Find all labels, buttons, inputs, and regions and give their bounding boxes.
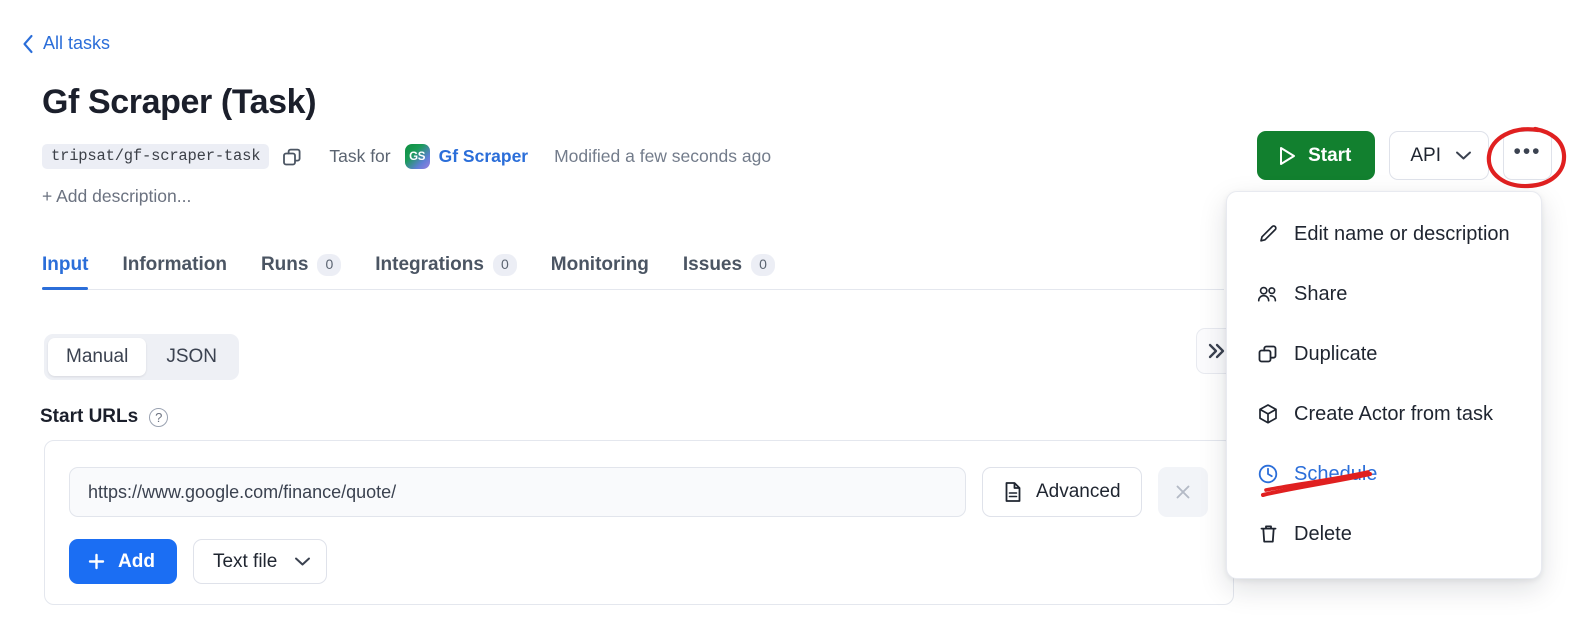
menu-item-schedule[interactable]: Schedule xyxy=(1227,444,1541,504)
copy-icon[interactable] xyxy=(281,146,303,168)
menu-item-duplicate[interactable]: Duplicate xyxy=(1227,324,1541,384)
tab-input[interactable]: Input xyxy=(42,254,89,290)
menu-item-label: Schedule xyxy=(1294,462,1378,485)
url-row: Advanced xyxy=(69,467,1208,517)
question-circle-icon[interactable]: ? xyxy=(149,407,169,427)
start-url-input[interactable] xyxy=(69,467,966,517)
plus-icon xyxy=(87,552,106,571)
add-button[interactable]: Add xyxy=(69,539,177,584)
advanced-button[interactable]: Advanced xyxy=(982,467,1142,517)
cube-icon xyxy=(1257,403,1279,425)
menu-item-label: Create Actor from task xyxy=(1294,402,1493,425)
menu-item-label: Share xyxy=(1294,282,1348,305)
file-type-label: Text file xyxy=(212,550,278,572)
tab-input-label: Input xyxy=(42,254,89,275)
menu-item-label: Duplicate xyxy=(1294,342,1378,365)
tab-information-label: Information xyxy=(122,254,227,275)
document-icon xyxy=(1003,481,1023,503)
tab-runs[interactable]: Runs 0 xyxy=(260,254,342,289)
menu-item-delete[interactable]: Delete xyxy=(1227,504,1541,564)
clock-icon xyxy=(1257,463,1279,485)
modified-timestamp: Modified a few seconds ago xyxy=(554,146,772,166)
task-id-chip: tripsat/gf-scraper-task xyxy=(42,144,270,169)
tab-runs-count: 0 xyxy=(317,254,342,276)
api-button-label: API xyxy=(1410,144,1441,166)
breadcrumb[interactable]: All tasks xyxy=(22,33,110,54)
add-description-button[interactable]: + Add description... xyxy=(42,186,191,207)
advanced-button-label: Advanced xyxy=(1036,481,1121,502)
task-meta-row: tripsat/gf-scraper-task Task for GS Gf S… xyxy=(42,144,771,169)
page-title: Gf Scraper (Task) xyxy=(42,83,317,121)
menu-item-label: Delete xyxy=(1294,522,1352,545)
chevron-left-icon xyxy=(22,34,34,54)
chevrons-right-icon xyxy=(1206,342,1228,360)
chevron-down-icon xyxy=(294,556,311,567)
tab-monitoring-label: Monitoring xyxy=(550,254,649,275)
breadcrumb-label: All tasks xyxy=(43,33,111,53)
play-icon xyxy=(1277,145,1297,167)
actor-avatar: GS xyxy=(404,144,430,169)
tab-information[interactable]: Information xyxy=(122,254,227,289)
tab-issues[interactable]: Issues 0 xyxy=(683,254,775,289)
tab-issues-count: 0 xyxy=(751,254,775,276)
start-button-label: Start xyxy=(1308,144,1352,166)
api-button[interactable]: API xyxy=(1389,131,1489,180)
chevron-down-icon xyxy=(1455,150,1472,161)
header-actions: Start API ••• xyxy=(1257,131,1552,180)
copy-icon xyxy=(1257,343,1279,365)
file-type-select[interactable]: Text file xyxy=(192,539,328,584)
remove-url-button[interactable] xyxy=(1157,467,1208,517)
trash-icon xyxy=(1257,523,1279,545)
input-mode-segmented-control: Manual JSON xyxy=(44,334,240,380)
tab-monitoring[interactable]: Monitoring xyxy=(551,254,649,289)
segment-manual[interactable]: Manual xyxy=(48,338,147,376)
close-icon xyxy=(1173,482,1193,502)
start-urls-label-text: Start URLs xyxy=(40,406,139,427)
start-urls-label: Start URLs ? xyxy=(40,406,169,428)
menu-item-create-actor-from-task[interactable]: Create Actor from task xyxy=(1227,384,1541,444)
tab-integrations-count: 0 xyxy=(492,254,517,276)
tab-bar: Input Information Runs 0 Integrations 0 … xyxy=(42,240,1224,290)
tab-integrations[interactable]: Integrations 0 xyxy=(375,254,517,289)
start-button[interactable]: Start xyxy=(1257,131,1376,180)
users-icon xyxy=(1257,284,1279,305)
ellipsis-icon: ••• xyxy=(1513,139,1542,163)
add-row: Add Text file xyxy=(69,539,328,584)
task-for-label: Task for xyxy=(329,146,391,166)
pencil-icon xyxy=(1257,224,1279,245)
more-options-button[interactable]: ••• xyxy=(1503,131,1552,180)
menu-item-label: Edit name or description xyxy=(1294,222,1510,245)
tab-integrations-label: Integrations xyxy=(375,254,484,275)
tab-issues-label: Issues xyxy=(682,254,743,275)
segment-json[interactable]: JSON xyxy=(148,338,235,376)
actor-link[interactable]: Gf Scraper xyxy=(439,146,528,167)
add-button-label: Add xyxy=(118,550,155,572)
more-options-menu: Edit name or description Share Duplicate… xyxy=(1226,191,1542,579)
start-urls-card: Advanced Add Text file xyxy=(44,440,1234,605)
menu-item-share[interactable]: Share xyxy=(1227,264,1541,324)
menu-item-edit-name-or-description[interactable]: Edit name or description xyxy=(1227,204,1541,264)
tab-runs-label: Runs xyxy=(260,254,309,275)
